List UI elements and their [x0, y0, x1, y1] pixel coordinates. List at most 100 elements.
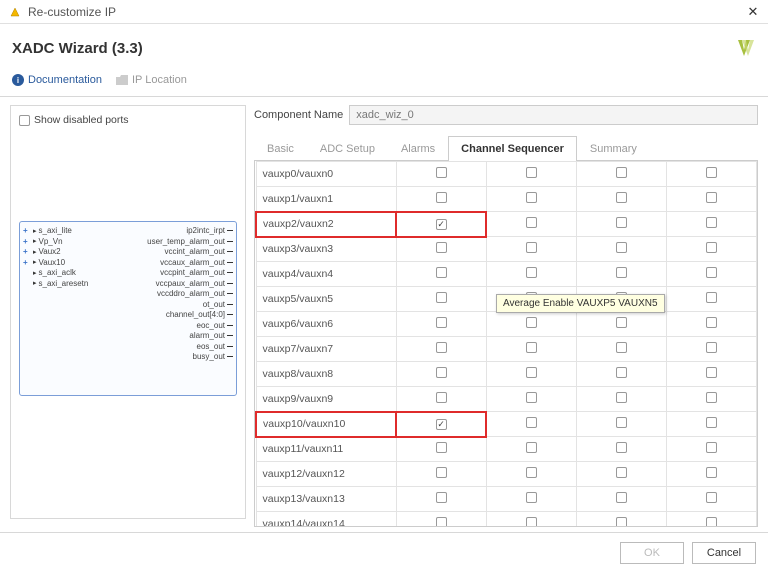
channel-option-checkbox[interactable] [666, 287, 756, 312]
tab-basic[interactable]: Basic [254, 136, 307, 161]
page-title: XADC Wizard (3.3) [12, 40, 143, 57]
window-title: Re-customize IP [28, 5, 746, 19]
channel-option-checkbox[interactable] [666, 512, 756, 527]
channel-option-checkbox[interactable] [576, 512, 666, 527]
channel-option-checkbox[interactable] [576, 387, 666, 412]
channel-name: vauxp7/vauxn7 [256, 337, 396, 362]
table-row: vauxp3/vauxn3 [256, 237, 757, 262]
tabs: BasicADC SetupAlarmsChannel SequencerSum… [254, 135, 758, 161]
channel-option-checkbox[interactable] [666, 362, 756, 387]
port-vccpint_alarm_out: vccpint_alarm_out [160, 268, 233, 277]
table-row: vauxp14/vauxn14 [256, 512, 757, 527]
channel-option-checkbox[interactable] [576, 362, 666, 387]
documentation-link[interactable]: i Documentation [12, 74, 102, 86]
channel-option-checkbox[interactable] [486, 337, 576, 362]
channel-option-checkbox[interactable] [666, 337, 756, 362]
channel-option-checkbox[interactable] [486, 362, 576, 387]
channel-option-checkbox[interactable] [576, 312, 666, 337]
channel-enable-checkbox[interactable] [396, 262, 486, 287]
channel-option-checkbox[interactable] [486, 187, 576, 212]
port-busy_out: busy_out [193, 352, 233, 361]
channel-option-checkbox[interactable] [666, 487, 756, 512]
channel-name: vauxp3/vauxn3 [256, 237, 396, 262]
channel-enable-checkbox[interactable] [396, 162, 486, 187]
ok-button[interactable]: OK [620, 542, 684, 564]
channel-name: vauxp6/vauxn6 [256, 312, 396, 337]
cancel-button[interactable]: Cancel [692, 542, 756, 564]
channel-enable-checkbox[interactable] [396, 462, 486, 487]
channel-option-checkbox[interactable] [666, 187, 756, 212]
ip-location-link[interactable]: IP Location [116, 74, 187, 86]
channel-option-checkbox[interactable] [576, 262, 666, 287]
left-panel: Show disabled ports +▸s_axi_lite+▸Vp_Vn+… [10, 105, 246, 519]
channel-option-checkbox[interactable] [576, 487, 666, 512]
channel-option-checkbox[interactable] [666, 387, 756, 412]
table-row: vauxp13/vauxn13 [256, 487, 757, 512]
channel-enable-checkbox[interactable] [396, 437, 486, 462]
channel-enable-checkbox[interactable] [396, 187, 486, 212]
right-port-list: ip2intc_irptuser_temp_alarm_outvccint_al… [98, 226, 234, 391]
channel-enable-checkbox[interactable] [396, 287, 486, 312]
table-row: vauxp2/vauxn2 [256, 212, 757, 237]
channel-option-checkbox[interactable] [576, 212, 666, 237]
tab-channel-sequencer[interactable]: Channel Sequencer [448, 136, 577, 161]
channel-option-checkbox[interactable] [576, 337, 666, 362]
channel-enable-checkbox[interactable] [396, 487, 486, 512]
channel-table-scroll[interactable]: vauxp0/vauxn0vauxp1/vauxn1vauxp2/vauxn2v… [255, 161, 757, 526]
channel-option-checkbox[interactable] [666, 262, 756, 287]
port-eoc_out: eoc_out [197, 321, 233, 330]
channel-enable-checkbox[interactable] [396, 212, 486, 237]
channel-enable-checkbox[interactable] [396, 387, 486, 412]
channel-enable-checkbox[interactable] [396, 237, 486, 262]
channel-option-checkbox[interactable] [486, 512, 576, 527]
channel-option-checkbox[interactable] [666, 237, 756, 262]
show-disabled-ports-checkbox[interactable]: Show disabled ports [19, 114, 237, 126]
channel-option-checkbox[interactable] [666, 437, 756, 462]
channel-option-checkbox[interactable] [486, 312, 576, 337]
channel-option-checkbox[interactable] [486, 437, 576, 462]
channel-option-checkbox[interactable] [486, 387, 576, 412]
channel-enable-checkbox[interactable] [396, 512, 486, 527]
tab-alarms[interactable]: Alarms [388, 136, 448, 161]
channel-option-checkbox[interactable] [486, 237, 576, 262]
channel-enable-checkbox[interactable] [396, 312, 486, 337]
table-row: vauxp8/vauxn8 [256, 362, 757, 387]
channel-option-checkbox[interactable] [486, 162, 576, 187]
show-disabled-label: Show disabled ports [34, 114, 129, 126]
port-vccaux_alarm_out: vccaux_alarm_out [160, 258, 233, 267]
channel-option-checkbox[interactable] [486, 487, 576, 512]
channel-option-checkbox[interactable] [666, 212, 756, 237]
port-vccddro_alarm_out: vccddro_alarm_out [157, 289, 233, 298]
channel-option-checkbox[interactable] [486, 262, 576, 287]
ip-location-label: IP Location [132, 74, 187, 86]
channel-option-checkbox[interactable] [666, 312, 756, 337]
table-row: vauxp1/vauxn1 [256, 187, 757, 212]
channel-option-checkbox[interactable] [666, 462, 756, 487]
channel-option-checkbox[interactable] [486, 412, 576, 437]
channel-option-checkbox[interactable] [576, 462, 666, 487]
table-row: vauxp7/vauxn7 [256, 337, 757, 362]
port-Vp_Vn: +▸Vp_Vn [23, 237, 98, 246]
channel-option-checkbox[interactable] [576, 412, 666, 437]
table-row: vauxp4/vauxn4 [256, 262, 757, 287]
main: Show disabled ports +▸s_axi_lite+▸Vp_Vn+… [0, 97, 768, 527]
channel-option-checkbox[interactable] [576, 437, 666, 462]
tab-summary[interactable]: Summary [577, 136, 650, 161]
port-user_temp_alarm_out: user_temp_alarm_out [147, 237, 233, 246]
channel-option-checkbox[interactable] [666, 412, 756, 437]
toolbar: i Documentation IP Location [0, 68, 768, 97]
channel-option-checkbox[interactable] [486, 212, 576, 237]
channel-option-checkbox[interactable] [576, 187, 666, 212]
channel-option-checkbox[interactable] [486, 462, 576, 487]
tab-adc-setup[interactable]: ADC Setup [307, 136, 388, 161]
port-vccpaux_alarm_out: vccpaux_alarm_out [156, 279, 233, 288]
documentation-label: Documentation [28, 74, 102, 86]
close-icon[interactable]: ✕ [746, 4, 760, 20]
channel-option-checkbox[interactable] [576, 237, 666, 262]
channel-option-checkbox[interactable] [576, 162, 666, 187]
channel-enable-checkbox[interactable] [396, 337, 486, 362]
channel-name: vauxp8/vauxn8 [256, 362, 396, 387]
channel-enable-checkbox[interactable] [396, 412, 486, 437]
channel-option-checkbox[interactable] [666, 162, 756, 187]
channel-enable-checkbox[interactable] [396, 362, 486, 387]
